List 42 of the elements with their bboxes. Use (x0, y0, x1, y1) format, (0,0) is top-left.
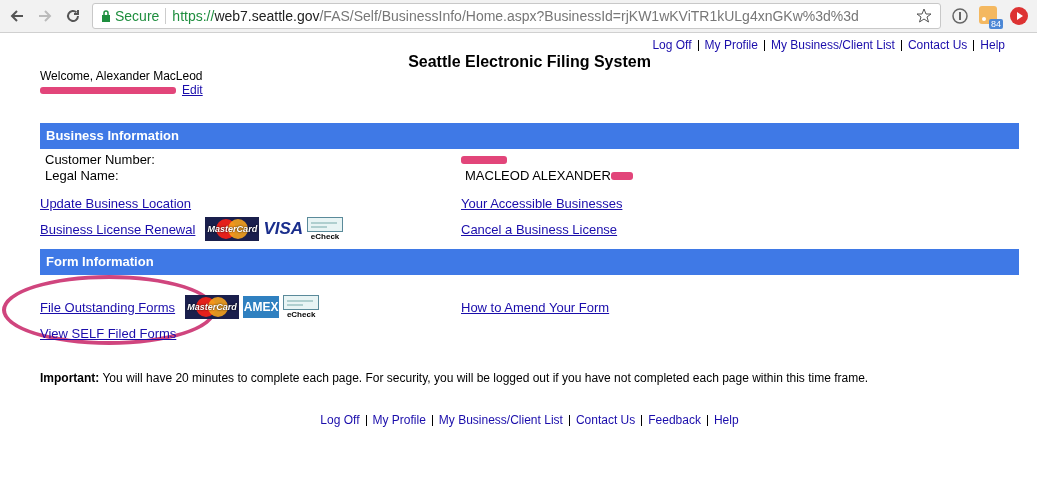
field-label: Legal Name: (45, 168, 120, 183)
extension-badge: 84 (989, 19, 1003, 29)
important-notice: Important: You will have 20 minutes to complete each page. For security, you will be logged out if you have not completed each page within this time frame. (40, 371, 870, 385)
visa-logo: VISA (263, 219, 304, 239)
action-link[interactable]: File Outstanding Forms (40, 299, 176, 315)
nav-link[interactable]: Contact Us (900, 39, 974, 51)
action-link[interactable]: Business License Renewal (40, 221, 196, 237)
secure-label: Secure (115, 8, 160, 24)
welcome-text: Welcome, Alexander MacLeod (40, 69, 204, 83)
nav-link[interactable]: Help (706, 415, 745, 426)
redaction-mark (610, 171, 633, 180)
address-bar[interactable]: Secure https://web7.seattle.gov/FAS/Self/BusinessInfo/Home.aspx?BusinessId=rjKW1wKViTR1kULg4xnGKw%3d%3d (92, 3, 941, 29)
nav-link[interactable]: Help (973, 39, 1011, 51)
action-link[interactable]: Update Business Location (40, 195, 192, 211)
amex-logo: AMEX (243, 296, 280, 318)
nav-link[interactable]: Contact Us (568, 415, 642, 426)
nav-link[interactable]: My Business/Client List (763, 39, 901, 51)
section-header: Business Information (40, 123, 1019, 149)
nav-link[interactable]: My Business/Client List (431, 415, 569, 426)
page-title: Seattle Electronic Filing System (407, 53, 652, 72)
redaction-mark (461, 155, 507, 164)
section-header: Form Information (40, 249, 1019, 275)
echeck-logo: eCheck (307, 217, 344, 241)
play-icon[interactable] (1009, 6, 1029, 26)
nav-link[interactable]: Log Off (314, 415, 366, 426)
lock-icon (101, 10, 111, 22)
url-text: https://web7.seattle.gov/FAS/Self/BusinessInfo/Home.aspx?BusinessId=rjKW1wKViTR1kULg4xnGKw%3d%3d (172, 8, 859, 24)
edit-link[interactable]: Edit (182, 83, 203, 97)
reload-icon[interactable] (64, 7, 82, 25)
field-label: Customer Number: (45, 152, 156, 167)
field-value: MACLEOD ALEXANDER (465, 168, 611, 183)
info-icon[interactable] (951, 7, 969, 25)
nav-link[interactable]: My Profile (697, 39, 764, 51)
action-link[interactable]: View SELF Filed Forms (40, 325, 177, 341)
action-link[interactable]: Your Accessible Businesses (461, 195, 623, 211)
nav-link[interactable]: My Profile (365, 415, 432, 426)
nav-link[interactable]: Feedback (641, 415, 707, 426)
action-link[interactable]: How to Amend Your Form (461, 299, 610, 315)
echeck-logo: eCheck (283, 295, 320, 319)
action-link[interactable]: Cancel a Business License (461, 221, 618, 237)
nav-link[interactable]: Log Off (646, 39, 698, 51)
star-icon[interactable] (916, 8, 932, 24)
